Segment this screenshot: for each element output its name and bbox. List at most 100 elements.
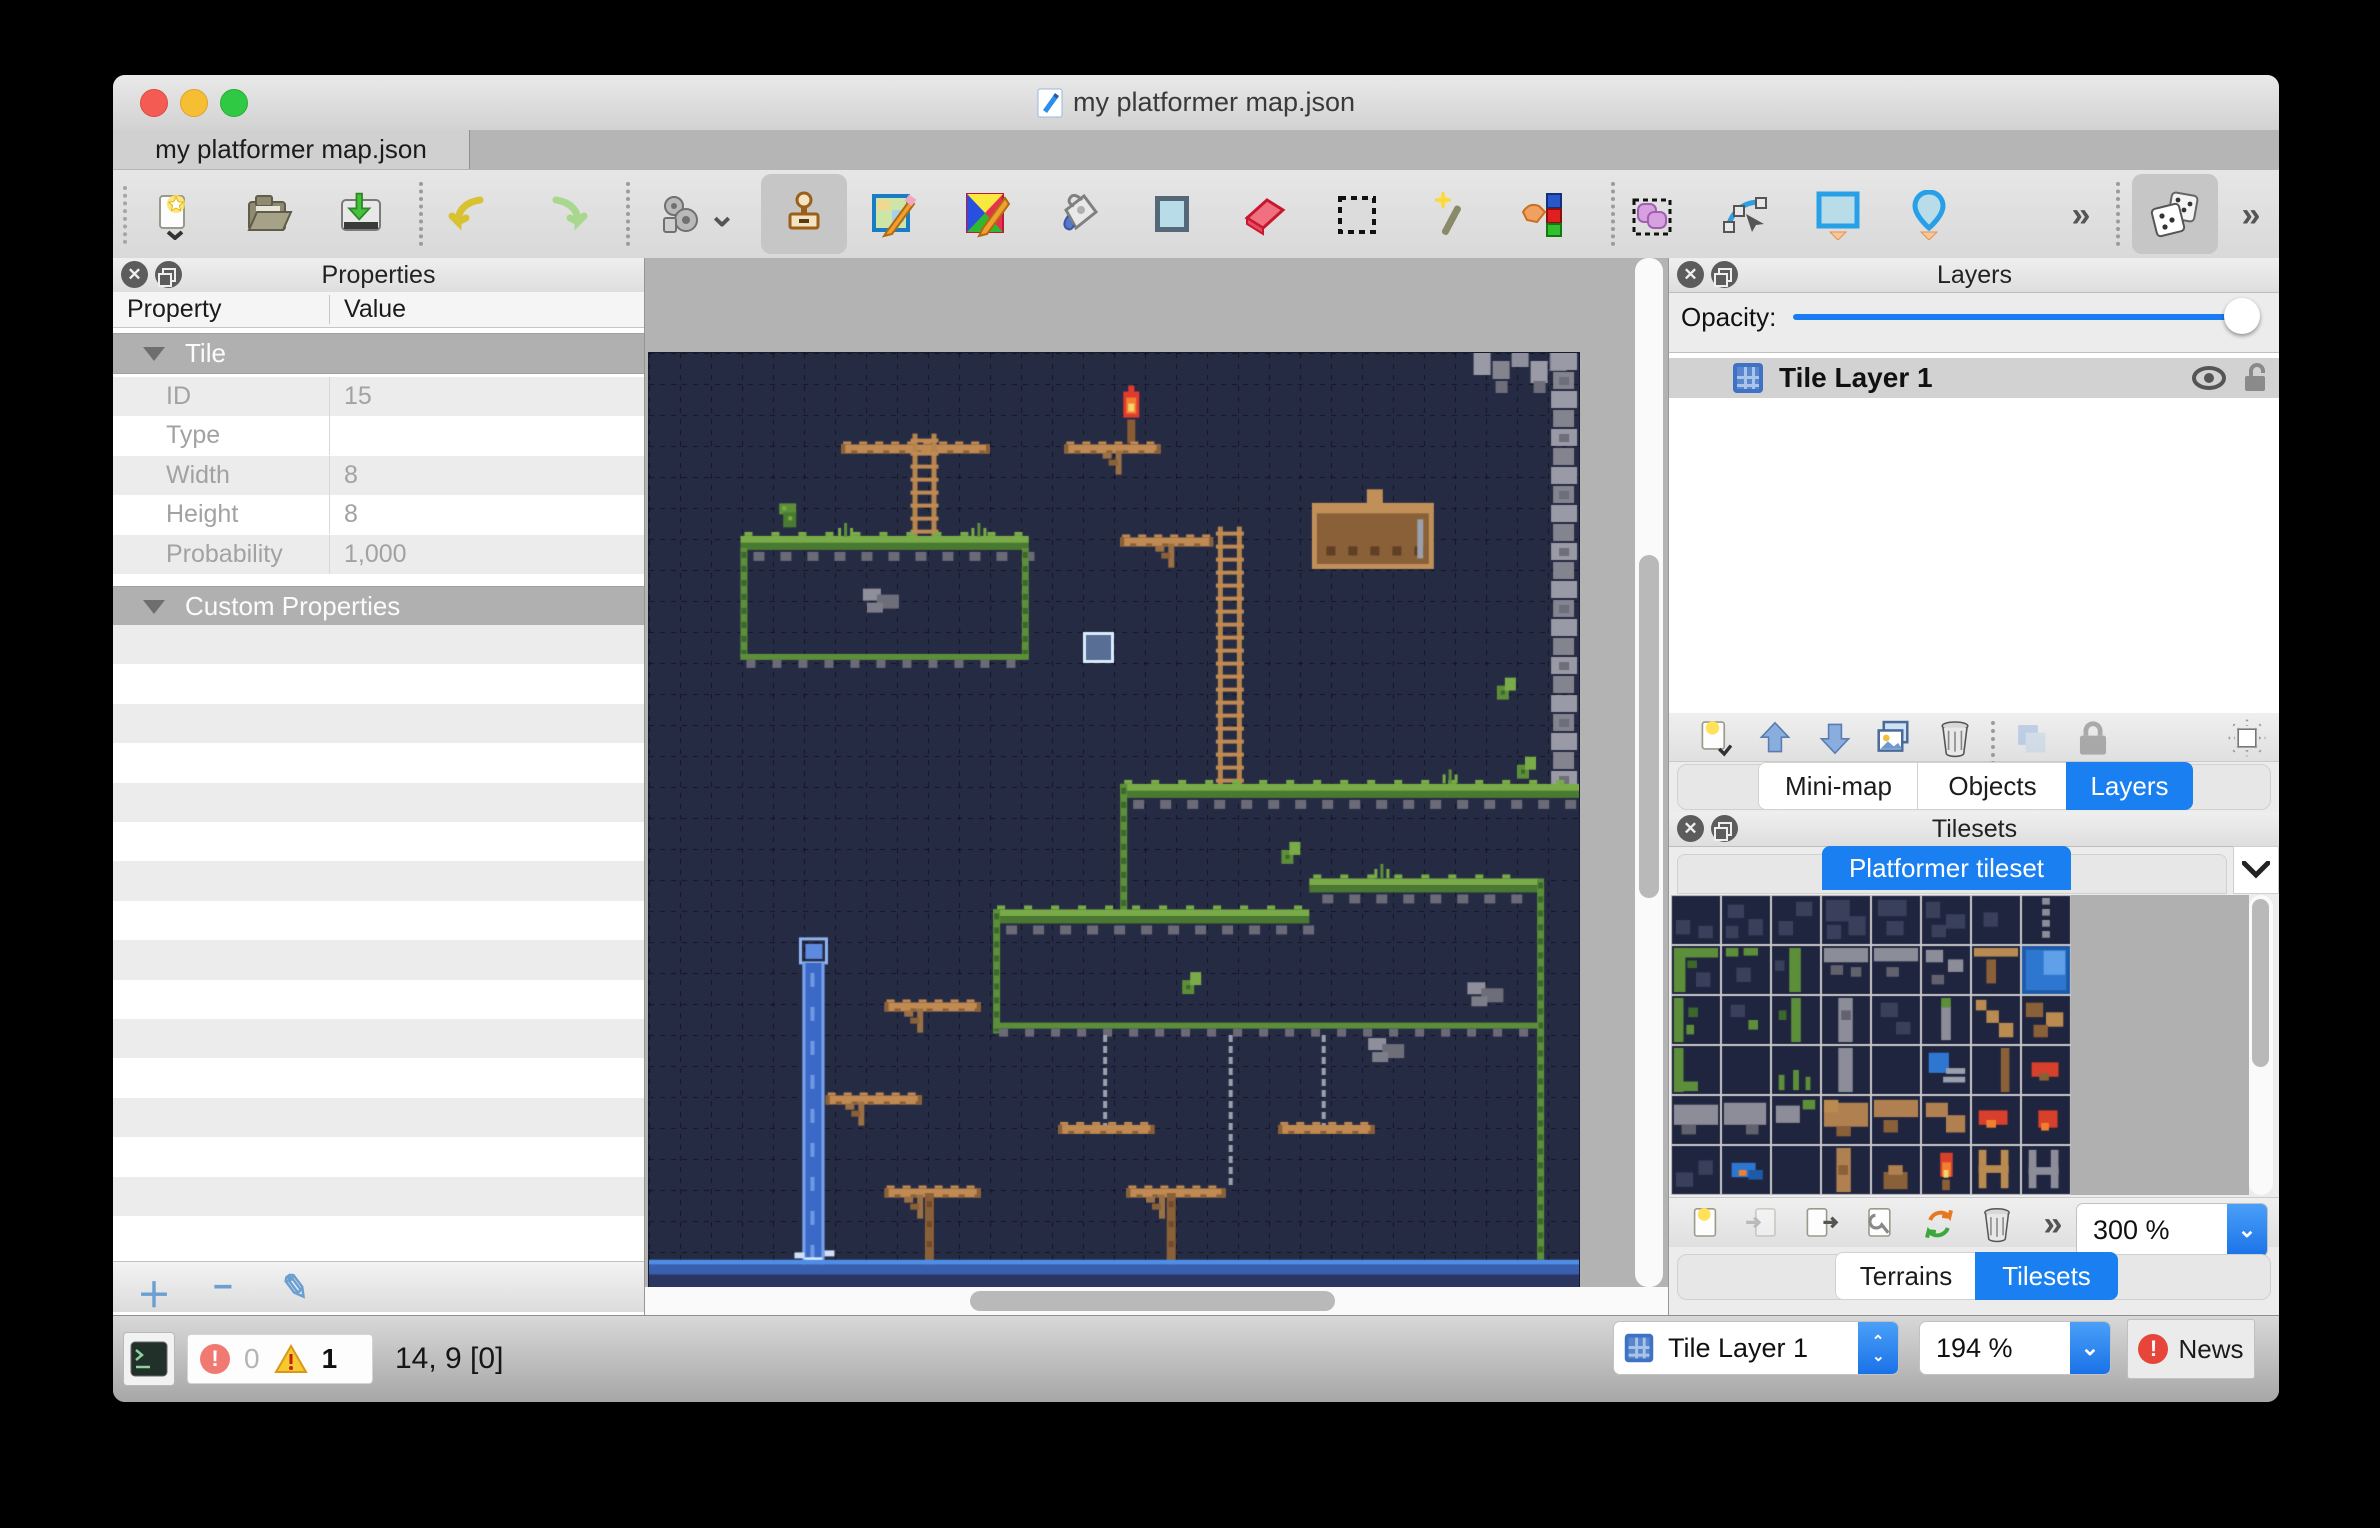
float-panel-icon[interactable] [1711,261,1738,288]
highlight-current-layer-icon[interactable] [2219,715,2275,761]
edit-polygons-tool[interactable] [1717,187,1773,243]
save-file-button[interactable] [333,187,389,243]
magic-wand-tool[interactable] [1423,187,1479,243]
empty-property-row [113,1177,644,1216]
document-tab[interactable]: my platformer map.json [113,130,470,169]
tab-objects[interactable]: Objects [1917,762,2068,810]
layer-row-tile-layer-1[interactable]: Tile Layer 1 [1669,358,2279,398]
export-tileset-icon[interactable] [1793,1201,1849,1247]
chevron-down-icon[interactable]: ⌄ [2070,1322,2110,1374]
collapse-triangle-icon[interactable] [143,600,165,614]
lock-other-layers-icon[interactable] [2065,715,2121,761]
edit-tileset-icon[interactable] [1853,1201,1909,1247]
empty-property-row [113,901,644,940]
tileset-zoom-combo[interactable]: 300 % ⌄ [2076,1203,2268,1257]
map-horizontal-scrollbar[interactable] [645,1287,1668,1315]
custom-properties-group-row[interactable]: Custom Properties [113,586,644,627]
tileset-toolbar: » 300 % ⌄ [1669,1197,2279,1247]
layer-name: Tile Layer 1 [1779,362,1933,394]
tab-layers[interactable]: Layers [2066,762,2193,810]
properties-panel-title: Properties [113,258,644,292]
tab-mini-map[interactable]: Mini-map [1758,762,1919,810]
console-button[interactable] [123,1332,175,1386]
title-bar[interactable]: my platformer map.json [113,75,2279,131]
app-window: my platformer map.json my platformer map… [113,75,2279,1402]
tileset-scrollbar-thumb[interactable] [2252,899,2269,1067]
toolbar-overflow-chevron[interactable]: » [2053,187,2109,243]
import-tileset-icon[interactable] [1735,1201,1791,1247]
select-objects-tool[interactable] [1625,187,1681,243]
collapse-triangle-icon[interactable] [143,347,165,361]
redo-button[interactable] [537,187,593,243]
toolbar-drag-handle[interactable] [123,186,127,244]
layer-toolbar-separator [1991,721,1995,765]
reload-tileset-icon[interactable] [1911,1201,1967,1247]
tile-group-row[interactable]: Tile [113,333,644,374]
rectangular-select-tool[interactable] [1329,187,1385,243]
remove-layer-trash-icon[interactable] [1927,715,1983,761]
eraser-tool[interactable] [1236,187,1292,243]
issues-counter[interactable]: ! 0 1 [187,1334,373,1384]
empty-property-row [113,980,644,1019]
opacity-slider-thumb[interactable] [2224,298,2260,334]
lower-layer-icon[interactable] [1807,715,1863,761]
remove-tileset-trash-icon[interactable] [1969,1201,2025,1247]
right-dock: ✕ Layers Opacity: Tile Layer 1 [1668,258,2279,1315]
map-vertical-scrollbar-thumb[interactable] [1639,555,1659,898]
bucket-fill-tool[interactable] [1051,187,1107,243]
property-row-width[interactable]: Width8 [113,456,644,495]
map-view[interactable] [645,258,1668,1315]
automapping-button[interactable] [653,187,709,243]
tileset-tab-platformer[interactable]: Platformer tileset [1822,846,2071,890]
close-panel-icon[interactable]: ✕ [121,261,148,288]
property-row-type[interactable]: Type [113,416,644,455]
tileset-scrollbar[interactable] [2249,895,2273,1195]
tab-tilesets[interactable]: Tilesets [1975,1252,2118,1300]
property-column-label: Property [127,295,221,324]
duplicate-layer-icon[interactable] [1865,715,1921,761]
new-layer-icon[interactable] [1687,715,1743,761]
terrain-brush-tool[interactable] [867,187,923,243]
property-row-height[interactable]: Height8 [113,495,644,534]
news-button[interactable]: ! News [2127,1319,2255,1379]
automapping-dropdown-chevron[interactable]: ⌄ [707,187,737,243]
add-property-button[interactable]: ＋ [137,1268,171,1317]
layer-visibility-eye-icon[interactable] [2190,363,2228,393]
close-panel-icon[interactable]: ✕ [1677,261,1704,288]
random-mode-dice-button[interactable] [2147,187,2203,243]
remove-property-button[interactable]: − [213,1268,233,1307]
edit-property-button[interactable]: ✎ [278,1266,312,1310]
float-panel-icon[interactable] [1711,815,1738,842]
new-file-button[interactable] [147,187,203,243]
current-layer-select[interactable]: Tile Layer 1 ⌃⌃ [1613,1321,1899,1375]
tileset-toolbar-overflow-chevron[interactable]: » [2025,1201,2081,1247]
map-horizontal-scrollbar-thumb[interactable] [970,1291,1335,1311]
new-tileset-icon[interactable] [1677,1201,1733,1247]
terrain-fill-tool[interactable] [960,187,1016,243]
open-file-button[interactable] [241,187,297,243]
close-panel-icon[interactable]: ✕ [1677,815,1704,842]
select-same-tile-tool[interactable] [1514,187,1570,243]
raise-layer-icon[interactable] [1747,715,1803,761]
tab-terrains[interactable]: Terrains [1835,1252,1977,1300]
shape-fill-tool[interactable] [1144,187,1200,243]
insert-rectangle-tool[interactable] [1810,187,1866,243]
chevron-down-icon[interactable]: ⌄ [2227,1204,2267,1256]
updown-stepper-icon[interactable]: ⌃⌃ [1858,1322,1898,1374]
opacity-slider-track[interactable] [1793,314,2248,320]
show-other-layers-icon[interactable] [2003,715,2059,761]
toolbar-overflow-chevron-2[interactable]: » [2223,187,2279,243]
tileset-grid-canvas[interactable] [1671,895,2071,1195]
insert-point-tool[interactable] [1901,187,1957,243]
float-panel-icon[interactable] [155,261,182,288]
stamp-brush-tool[interactable] [776,187,832,243]
undo-button[interactable] [443,187,499,243]
tileset-list-chevron-button[interactable] [2233,846,2279,894]
property-row-probability[interactable]: Probability1,000 [113,535,644,574]
zoom-level-combo[interactable]: 194 % ⌄ [1919,1321,2111,1375]
map-canvas[interactable] [648,352,1580,1289]
toolbar-separator [626,182,630,246]
map-vertical-scrollbar[interactable] [1635,258,1663,1287]
layer-unlocked-icon[interactable] [2242,362,2270,394]
property-row-id[interactable]: ID15 [113,377,644,416]
